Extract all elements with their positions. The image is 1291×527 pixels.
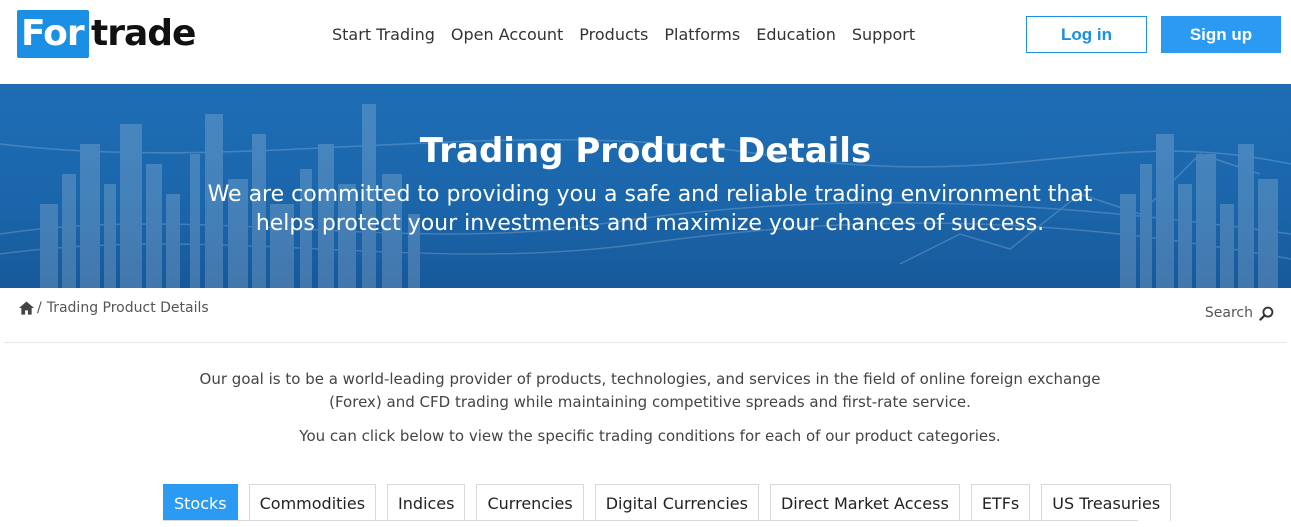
tab-us-treasuries[interactable]: US Treasuries bbox=[1041, 484, 1172, 521]
nav-start-trading[interactable]: Start Trading bbox=[332, 24, 435, 46]
nav-products[interactable]: Products bbox=[579, 24, 648, 46]
site-header: For trade Start Trading Open Account Pro… bbox=[0, 0, 1291, 84]
nav-education[interactable]: Education bbox=[756, 24, 836, 46]
tab-etfs[interactable]: ETFs bbox=[970, 484, 1031, 521]
nav-platforms[interactable]: Platforms bbox=[664, 24, 740, 46]
login-button[interactable]: Log in bbox=[1026, 16, 1147, 53]
search-icon bbox=[1259, 306, 1274, 321]
intro-instruction: You can click below to view the specific… bbox=[299, 427, 1001, 445]
hero-subtitle: We are committed to providing you a safe… bbox=[207, 182, 1093, 236]
tab-currencies[interactable]: Currencies bbox=[476, 484, 584, 521]
tab-indices[interactable]: Indices bbox=[387, 484, 466, 521]
breadcrumb: / Trading Product Details bbox=[19, 300, 209, 316]
home-icon[interactable] bbox=[19, 301, 34, 315]
nav-open-account[interactable]: Open Account bbox=[451, 24, 563, 46]
tab-commodities[interactable]: Commodities bbox=[248, 484, 377, 521]
tabs-baseline bbox=[163, 520, 1138, 521]
hero-banner: Trading Product Details We are committed… bbox=[0, 84, 1291, 288]
logo-trade-text: trade bbox=[91, 13, 196, 54]
tab-digital-currencies[interactable]: Digital Currencies bbox=[594, 484, 759, 521]
signup-button[interactable]: Sign up bbox=[1161, 16, 1281, 53]
section-divider bbox=[4, 342, 1287, 343]
intro-paragraph: Our goal is to be a world-leading provid… bbox=[199, 370, 1101, 411]
nav-support[interactable]: Support bbox=[852, 24, 915, 46]
tab-direct-market-access[interactable]: Direct Market Access bbox=[769, 484, 960, 521]
search-link[interactable]: Search bbox=[1205, 305, 1274, 321]
main-nav: Start Trading Open Account Products Plat… bbox=[332, 24, 931, 46]
logo-for-text: For bbox=[21, 13, 85, 54]
product-category-tabs: Stocks Commodities Indices Currencies Di… bbox=[163, 484, 1182, 521]
breadcrumb-separator: / bbox=[37, 300, 42, 316]
tab-stocks[interactable]: Stocks bbox=[163, 484, 238, 521]
search-label: Search bbox=[1204, 305, 1253, 321]
breadcrumb-current: Trading Product Details bbox=[46, 300, 209, 316]
page-title: Trading Product Details bbox=[419, 131, 872, 171]
